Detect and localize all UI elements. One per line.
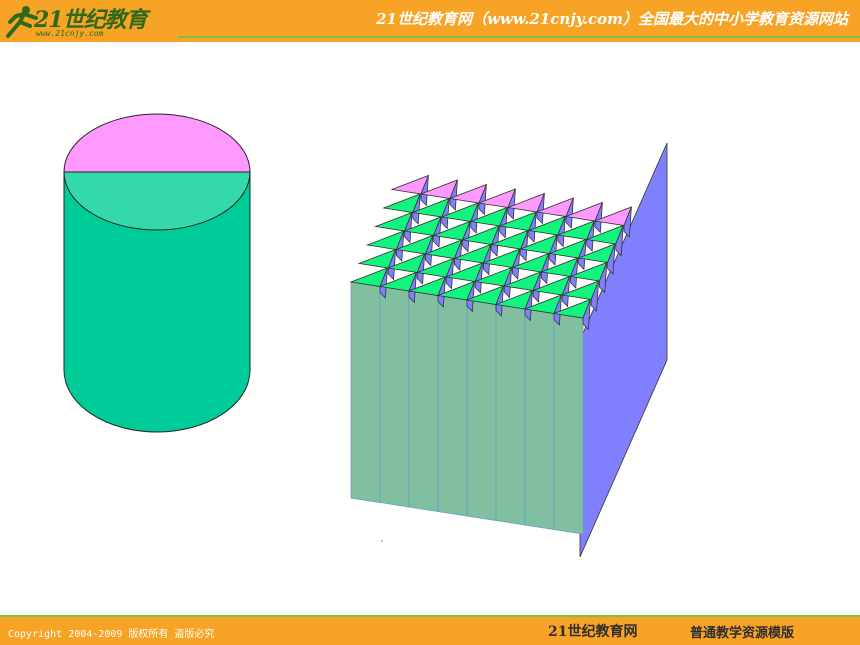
site-logo[interactable]: 21世纪教育 www.21cnjy.com <box>0 0 190 44</box>
copyright-text: Copyright 2004-2009 版权所有 盗版必究 <box>8 629 215 640</box>
logo-url: www.21cnjy.com <box>36 29 104 38</box>
rearranged-prism <box>349 142 668 558</box>
footer-divider <box>0 615 860 617</box>
prism-front-strip <box>466 299 497 521</box>
site-title: 21世纪教育网（www.21cnjy.com）全国最大的中小学教育资源网站 <box>376 10 848 28</box>
geometry-figure <box>63 113 668 558</box>
cylinder <box>63 113 251 433</box>
footer-template-label: 普通教学资源模版 <box>690 626 795 641</box>
header-bar: 21世纪教育 www.21cnjy.com 21世纪教育网（www.21cnjy… <box>0 0 860 42</box>
cylinder-top-back <box>63 113 251 173</box>
prism-side-face <box>579 142 668 558</box>
prism-front-strip <box>350 281 381 503</box>
prism-front-strip <box>408 290 439 512</box>
prism-front-strip <box>379 286 410 508</box>
stray-dot <box>381 540 383 542</box>
prism-front-strip <box>437 295 468 517</box>
prism-front-strip <box>524 308 555 530</box>
footer-brand[interactable]: 21世纪教育网 <box>548 621 637 641</box>
header-divider <box>178 36 860 38</box>
prism-front-strip <box>495 304 526 526</box>
footer-bar: Copyright 2004-2009 版权所有 盗版必究 21世纪教育网 普通… <box>0 615 860 645</box>
prism-front-strip <box>553 313 584 535</box>
